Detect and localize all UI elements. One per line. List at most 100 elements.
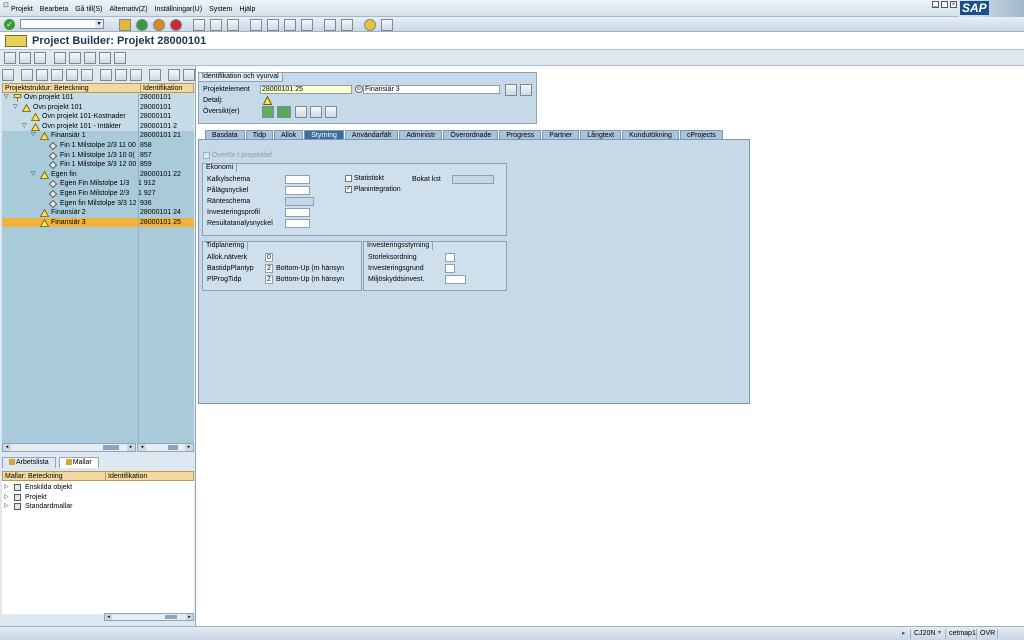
tree-col-identification[interactable]: Identifikation xyxy=(140,84,182,93)
document-overview-icon[interactable] xyxy=(325,106,337,118)
edit-element-icon[interactable] xyxy=(505,84,517,96)
expand-icon[interactable]: ▽ xyxy=(31,170,36,179)
tree-row[interactable]: Egen fin Milstolpe 3/3 12 936 xyxy=(2,199,194,209)
display-change-icon[interactable] xyxy=(19,52,31,64)
find-icon[interactable] xyxy=(210,19,222,31)
tree-row[interactable]: ▽ Egen fin 28000101 22 xyxy=(2,170,194,180)
transfer-to-projdef[interactable]: Överför t projektdef xyxy=(203,152,272,159)
ranteschema-input[interactable] xyxy=(285,197,314,206)
check-icon[interactable] xyxy=(54,52,66,64)
bastidp-plantyp-input[interactable]: 2 xyxy=(265,264,273,273)
move-icon[interactable] xyxy=(130,69,142,81)
other-object-icon[interactable] xyxy=(34,52,46,64)
find-tree-icon[interactable] xyxy=(183,69,195,81)
minimize-icon[interactable]: _ xyxy=(932,1,939,8)
scroll-right-icon[interactable]: ▸ xyxy=(185,444,193,451)
status-dropdown-icon[interactable]: ▾ xyxy=(938,629,941,636)
tree-row[interactable]: Övn projekt 101-Kostnader 28000101 xyxy=(2,112,194,122)
tree-row[interactable]: Finansiär 3 28000101 25 xyxy=(2,217,194,228)
investeringsprofil-input[interactable] xyxy=(285,208,310,217)
next-page-icon[interactable] xyxy=(284,19,296,31)
expand-icon[interactable]: ▽ xyxy=(4,93,9,102)
match-icon[interactable]: ⊙ xyxy=(355,85,363,93)
tree-hscroll-left[interactable]: ◂ ▸ xyxy=(2,443,136,452)
expand-icon[interactable]: ▽ xyxy=(31,131,36,140)
menu-installningar[interactable]: Inställningar(U) xyxy=(155,6,202,13)
tree-row[interactable]: Fin 1 Milstolpe 1/3 10 0(857 xyxy=(2,151,194,161)
templates-col-description[interactable]: Mallar: Beteckning xyxy=(5,472,63,481)
create-icon[interactable] xyxy=(21,69,33,81)
statistical-checkbox[interactable] xyxy=(345,175,352,182)
enter-icon[interactable]: ✓ xyxy=(4,19,15,30)
template-row[interactable]: ▷ Enskilda objekt xyxy=(2,483,194,493)
layout-icon[interactable] xyxy=(381,19,393,31)
menu-projekt[interactable]: Projekt xyxy=(11,6,33,13)
planintegration-checkbox[interactable]: ✓ xyxy=(345,186,352,193)
expand-icon[interactable]: ▷ xyxy=(4,502,9,511)
scroll-thumb[interactable] xyxy=(103,445,119,450)
back-icon[interactable] xyxy=(136,19,148,31)
shortcut-icon[interactable] xyxy=(341,19,353,31)
first-page-icon[interactable] xyxy=(250,19,262,31)
structure-icon[interactable] xyxy=(69,52,81,64)
expand-icon[interactable]: ▷ xyxy=(4,493,9,502)
tab-mallar[interactable]: Mallar xyxy=(58,457,99,468)
wbs-overview-icon[interactable] xyxy=(277,106,291,118)
template-row[interactable]: ▷ Standardmallar xyxy=(2,502,194,512)
scroll-right-icon[interactable]: ▸ xyxy=(186,614,193,620)
tree-row[interactable]: Finansiär 2 28000101 24 xyxy=(2,208,194,218)
storleksordning-input[interactable] xyxy=(445,253,455,262)
structure-overview-icon[interactable] xyxy=(262,106,274,118)
scroll-left-icon[interactable]: ◂ xyxy=(138,444,146,451)
delete-icon[interactable] xyxy=(149,69,161,81)
app-icon[interactable]: ⊡ xyxy=(3,1,11,9)
kalkylschema-input[interactable] xyxy=(285,175,310,184)
outdent-icon[interactable] xyxy=(115,69,127,81)
tree-hscroll-right[interactable]: ◂ ▸ xyxy=(137,443,194,452)
tree-row[interactable]: Fin 1 Milstolpe 3/3 12 00 859 xyxy=(2,160,194,170)
command-dropdown-icon[interactable]: ▾ xyxy=(95,20,103,28)
edit-icon[interactable] xyxy=(4,52,16,64)
scroll-left-icon[interactable]: ◂ xyxy=(105,614,112,620)
status-arrow-icon[interactable]: ▸ xyxy=(902,629,906,637)
tree-row[interactable]: Fin 1 Milstolpe 2/3 11 00 858 xyxy=(2,141,194,151)
print-icon[interactable] xyxy=(193,19,205,31)
scroll-thumb[interactable] xyxy=(168,445,178,450)
plprog-tidp-input[interactable]: 2 xyxy=(265,275,273,284)
statistical-field[interactable]: Statistiskt xyxy=(345,175,384,182)
tree-row[interactable]: ▽ Finansiär 1 28000101 21 xyxy=(2,131,194,141)
tree-row[interactable]: ▽ Övn projekt 101 28000101 xyxy=(2,93,194,103)
element-input[interactable]: 28000101 25 xyxy=(260,85,352,94)
tree-row[interactable]: ▽ Övn projekt 101 - Intäkter 28000101 2 xyxy=(2,121,194,132)
exit-icon[interactable] xyxy=(153,19,165,31)
indent-icon[interactable] xyxy=(100,69,112,81)
scroll-thumb[interactable] xyxy=(165,615,177,619)
allok-natverk-input[interactable]: 0 xyxy=(265,253,273,262)
prev-page-icon[interactable] xyxy=(267,19,279,31)
hierarchy-icon[interactable] xyxy=(84,52,96,64)
tree-row[interactable]: Egen Fin Milstolpe 2/3 1 927 xyxy=(2,189,194,199)
scroll-right-icon[interactable]: ▸ xyxy=(127,444,135,451)
tree-row[interactable]: ▽ Övn projekt 101 28000101 xyxy=(2,102,194,113)
binoculars-icon[interactable] xyxy=(168,69,180,81)
expand-icon[interactable]: ▽ xyxy=(13,103,18,112)
templates-hscroll[interactable]: ◂ ▸ xyxy=(104,613,194,621)
help-icon[interactable] xyxy=(364,19,376,31)
investeringsgrund-input[interactable] xyxy=(445,264,455,273)
menu-bearbeta[interactable]: Bearbeta xyxy=(40,6,68,13)
wbs-detail-icon[interactable] xyxy=(263,96,272,105)
templates-col-identification[interactable]: Identifikation xyxy=(105,472,147,481)
object-search-icon[interactable] xyxy=(520,84,532,96)
scroll-left-icon[interactable]: ◂ xyxy=(3,444,11,451)
maximize-icon[interactable] xyxy=(941,1,948,8)
planintegration-field[interactable]: ✓ Planintegration xyxy=(345,186,401,193)
activity-overview-icon[interactable] xyxy=(310,106,322,118)
transfer-checkbox[interactable] xyxy=(203,152,210,159)
menu-hjalp[interactable]: Hjälp xyxy=(239,6,255,13)
close-icon[interactable]: × xyxy=(950,1,957,8)
save-icon[interactable] xyxy=(119,19,131,31)
resultatanalysnyckel-input[interactable] xyxy=(285,219,310,228)
undo-icon[interactable] xyxy=(81,69,93,81)
expand-icon[interactable]: ▽ xyxy=(22,122,27,131)
template-row[interactable]: ▷ Projekt xyxy=(2,493,194,503)
